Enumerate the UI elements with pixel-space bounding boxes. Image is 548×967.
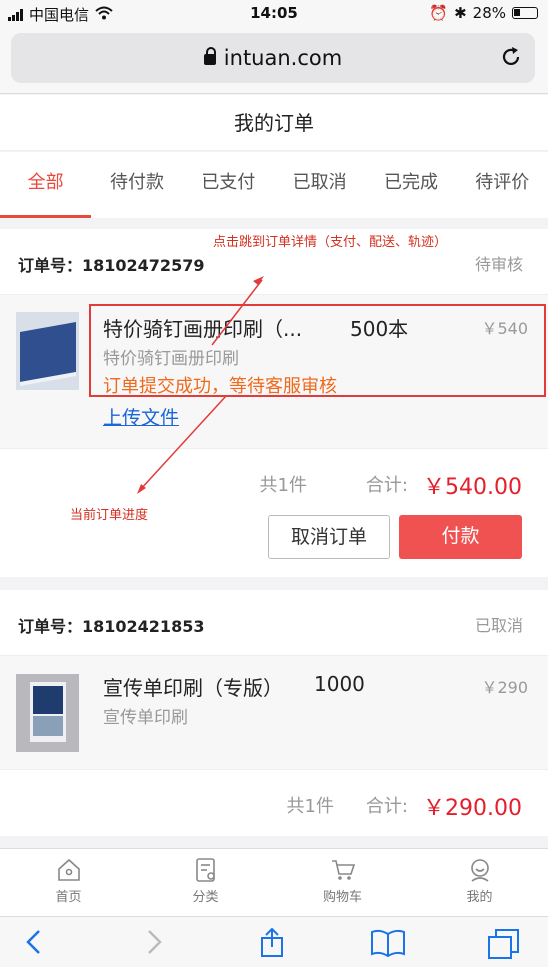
category-icon (195, 858, 215, 882)
bookmarks-icon[interactable] (370, 928, 406, 965)
browser-toolbar (0, 916, 548, 967)
nav-cart-label: 购物车 (322, 890, 362, 905)
bottom-nav: 首页 分类 购物车 我的 (0, 848, 548, 916)
nav-profile-label: 我的 (466, 890, 493, 905)
nav-category[interactable]: 分类 (137, 849, 274, 916)
nav-home[interactable]: 首页 (0, 849, 137, 916)
nav-category-label: 分类 (192, 890, 219, 905)
cart-icon (331, 860, 355, 880)
forward-icon[interactable] (144, 928, 164, 963)
home-icon (57, 858, 80, 881)
tabs-icon[interactable] (487, 928, 521, 967)
back-icon[interactable] (24, 928, 44, 963)
annotation-arrows (137, 276, 264, 494)
nav-home-label: 首页 (55, 890, 82, 905)
share-icon[interactable] (258, 927, 286, 965)
nav-cart[interactable]: 购物车 (274, 849, 411, 916)
profile-icon (470, 859, 489, 882)
nav-profile[interactable]: 我的 (411, 849, 548, 916)
